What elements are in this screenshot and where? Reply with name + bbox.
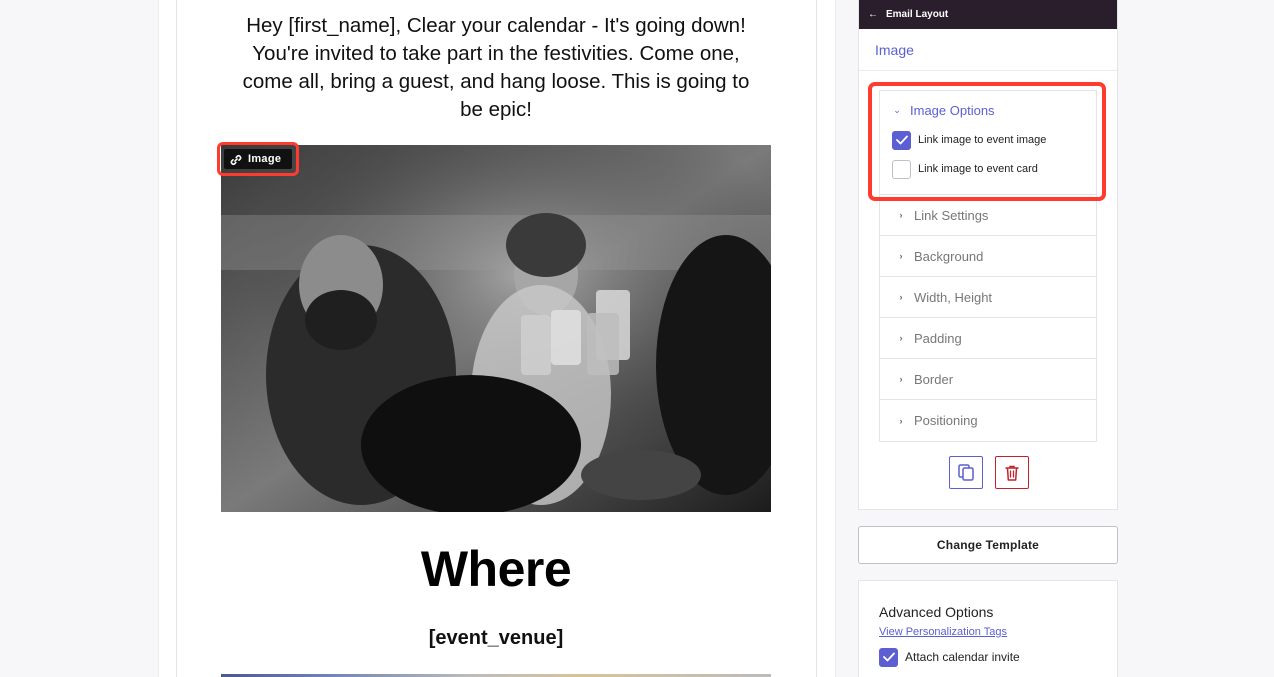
event-venue-text[interactable]: [event_venue] xyxy=(221,627,771,650)
panel-header-title: Email Layout xyxy=(886,9,949,20)
trash-icon xyxy=(1005,465,1019,481)
advanced-options-title: Advanced Options xyxy=(879,604,994,620)
section-width-height[interactable]: › Width, Height xyxy=(880,277,1096,318)
link-icon xyxy=(230,153,242,165)
block-action-buttons xyxy=(949,456,1029,489)
panel-section-title: Image xyxy=(859,29,1117,71)
section-label: Positioning xyxy=(914,413,978,428)
checkbox-link-event-card[interactable] xyxy=(892,159,911,179)
section-padding[interactable]: › Padding xyxy=(880,318,1096,359)
image-options-section: ⌄ Image Options Link image to event imag… xyxy=(880,91,1096,195)
change-template-button[interactable]: Change Template xyxy=(858,526,1118,564)
delete-button[interactable] xyxy=(995,456,1029,489)
chevron-right-icon: › xyxy=(899,251,903,261)
option-label: Link image to event image xyxy=(918,134,1047,146)
section-background[interactable]: › Background xyxy=(880,236,1096,277)
advanced-options-panel: Advanced Options View Personalization Ta… xyxy=(858,580,1118,677)
checkmark-icon xyxy=(882,652,895,662)
copy-icon xyxy=(958,464,974,481)
image-tag-label-wrap: Image xyxy=(224,149,292,169)
option-link-event-card[interactable]: Link image to event card xyxy=(892,158,1084,180)
image-block-tag[interactable]: Image xyxy=(217,142,299,176)
chevron-right-icon: › xyxy=(899,292,903,302)
personalization-tags-link[interactable]: View Personalization Tags xyxy=(879,626,1007,638)
section-label: Background xyxy=(914,248,984,264)
chevron-down-icon: ⌄ xyxy=(893,105,901,115)
option-attach-calendar[interactable]: Attach calendar invite xyxy=(879,646,1117,668)
checkmark-icon xyxy=(895,135,908,145)
settings-accordion: ⌄ Image Options Link image to event imag… xyxy=(879,90,1097,442)
chevron-right-icon: › xyxy=(899,333,903,343)
email-intro-text[interactable]: Hey [first_name], Clear your calendar - … xyxy=(236,12,756,124)
chevron-right-icon: › xyxy=(899,210,903,220)
event-photo xyxy=(221,145,771,512)
section-positioning[interactable]: › Positioning xyxy=(880,400,1096,441)
duplicate-button[interactable] xyxy=(949,456,983,489)
image-options-header[interactable]: ⌄ Image Options xyxy=(892,103,1084,118)
email-image-block[interactable] xyxy=(221,145,771,512)
image-tag-text: Image xyxy=(248,153,282,165)
settings-panel: ← Email Layout Image ⌄ Image Options Lin… xyxy=(858,0,1118,510)
section-link-settings[interactable]: › Link Settings xyxy=(880,195,1096,236)
chevron-right-icon: › xyxy=(899,415,903,426)
panel-header[interactable]: ← Email Layout xyxy=(859,0,1117,29)
image-options-title: Image Options xyxy=(910,103,995,118)
section-label: Link Settings xyxy=(914,207,989,223)
attach-calendar-label: Attach calendar invite xyxy=(905,650,1020,664)
section-border[interactable]: › Border xyxy=(880,359,1096,400)
section-label: Border xyxy=(914,371,954,387)
section-label: Width, Height xyxy=(914,289,993,305)
checkbox-link-event-image[interactable] xyxy=(892,130,911,150)
chevron-right-icon: › xyxy=(899,374,903,384)
option-label: Link image to event card xyxy=(918,163,1038,175)
option-link-event-image[interactable]: Link image to event image xyxy=(892,129,1084,151)
checkbox-attach-calendar[interactable] xyxy=(879,647,898,667)
section-label: Padding xyxy=(914,330,962,346)
arrow-left-icon[interactable]: ← xyxy=(868,9,878,20)
where-heading[interactable]: Where xyxy=(221,540,771,598)
